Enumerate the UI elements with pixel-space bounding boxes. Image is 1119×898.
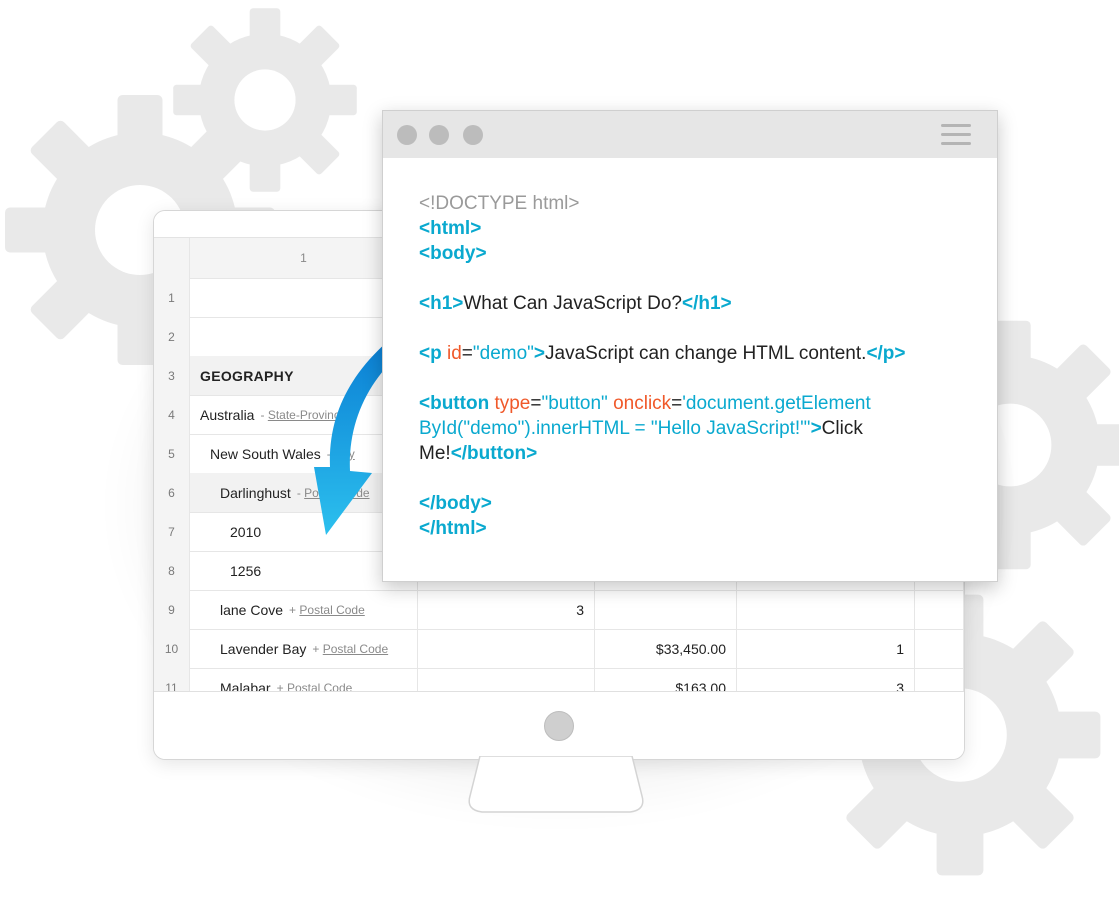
code-token: </body> <box>419 493 492 514</box>
hamburger-menu-icon[interactable] <box>941 124 971 146</box>
value-cell[interactable]: $33,450.00 <box>595 629 737 668</box>
row-label: Australia <box>200 406 255 423</box>
row-number[interactable]: 6 <box>154 473 190 512</box>
code-token: = <box>461 343 473 364</box>
code-line: <html> <box>419 216 969 241</box>
code-token: </html> <box>419 518 487 539</box>
table-row: 10 Lavender Bay + Postal Code $33,450.00 1 <box>154 629 964 669</box>
code-editor-window: <!DOCTYPE html> <html> <body> <h1>What Can… <box>382 110 998 582</box>
code-line: </body> <box>419 491 969 516</box>
code-token: <!DOCTYPE html> <box>419 193 580 214</box>
code-token: = <box>671 393 683 414</box>
code-token: Click <box>821 418 863 439</box>
code-line: <button type="button" onclick='document.… <box>419 391 969 416</box>
row-number[interactable]: 9 <box>154 590 190 629</box>
row-number[interactable]: 5 <box>154 434 190 473</box>
power-button <box>544 711 574 741</box>
code-token: onclick <box>607 393 672 414</box>
code-token: "button" <box>541 393 608 414</box>
row-number[interactable]: 10 <box>154 629 190 668</box>
code-token: id <box>446 343 462 364</box>
code-line: <!DOCTYPE html> <box>419 191 969 216</box>
row-number[interactable]: 1 <box>154 278 190 317</box>
code-token: <p <box>419 343 447 364</box>
code-line: Me!</button> <box>419 441 969 466</box>
row-number[interactable]: 11 <box>154 668 190 692</box>
row-label-cell[interactable]: Lavender Bay + Postal Code <box>190 629 418 668</box>
code-token: </p> <box>866 343 906 364</box>
level-link[interactable]: + Postal Code <box>289 603 365 617</box>
code-token: > <box>810 418 822 439</box>
value-cell[interactable] <box>418 668 595 692</box>
value-cell[interactable] <box>595 590 737 629</box>
row-label-cell[interactable]: Malabar + Postal Code <box>190 668 418 692</box>
row-number[interactable]: 3 <box>154 356 190 395</box>
code-token: = <box>530 393 542 414</box>
row-label: lane Cove <box>220 601 284 618</box>
table-row: 11 Malabar + Postal Code $163.00 3 <box>154 668 964 692</box>
row-label-cell[interactable]: lane Cove + Postal Code <box>190 590 418 629</box>
code-token: <h1> <box>419 293 464 314</box>
value-cell[interactable]: $163.00 <box>595 668 737 692</box>
row-label: 1256 <box>230 562 262 579</box>
row-label: Lavender Bay <box>220 640 307 657</box>
row-label: 2010 <box>230 523 262 540</box>
code-token: type <box>494 393 531 414</box>
window-minimize-icon[interactable] <box>429 125 449 145</box>
code-token: <body> <box>419 243 487 264</box>
value-cell[interactable] <box>418 629 595 668</box>
value-cell[interactable] <box>915 668 964 692</box>
code-line: <p id="demo">JavaScript can change HTML … <box>419 341 969 366</box>
code-token: 'document.getElement <box>682 393 871 414</box>
code-token: <html> <box>419 218 482 239</box>
table-row: 9 lane Cove + Postal Code 3 <box>154 590 964 630</box>
code-token: What Can JavaScript Do? <box>463 293 682 314</box>
value-cell[interactable] <box>737 590 915 629</box>
code-line: <h1>What Can JavaScript Do?</h1> <box>419 291 969 316</box>
window-close-icon[interactable] <box>397 125 417 145</box>
code-token: </button> <box>450 443 538 464</box>
window-titlebar <box>383 111 997 158</box>
level-link[interactable]: + Postal Code <box>312 642 388 656</box>
code-line: <body> <box>419 241 969 266</box>
monitor-stand <box>468 756 644 813</box>
row-number[interactable]: 7 <box>154 512 190 551</box>
value-cell[interactable]: 1 <box>737 629 915 668</box>
code-token: JavaScript can change HTML content. <box>545 343 867 364</box>
row-number[interactable]: 4 <box>154 395 190 434</box>
code-token: ById("demo").innerHTML = "Hello JavaScri… <box>419 418 811 439</box>
row-number[interactable]: 2 <box>154 317 190 356</box>
code-line: </html> <box>419 516 969 541</box>
code-content: <!DOCTYPE html> <html> <body> <h1>What Can… <box>419 191 969 541</box>
code-token: > <box>533 343 546 364</box>
row-number[interactable]: 8 <box>154 551 190 590</box>
corner-cell <box>154 238 190 278</box>
value-cell[interactable] <box>915 590 964 629</box>
value-cell[interactable] <box>915 629 964 668</box>
value-cell[interactable]: 3 <box>737 668 915 692</box>
code-token: "demo" <box>472 343 534 364</box>
code-token: </h1> <box>681 293 732 314</box>
code-token: Me! <box>419 443 451 464</box>
code-line: ById("demo").innerHTML = "Hello JavaScri… <box>419 416 969 441</box>
value-cell[interactable]: 3 <box>418 590 595 629</box>
window-maximize-icon[interactable] <box>463 125 483 145</box>
code-token: <button <box>419 393 495 414</box>
